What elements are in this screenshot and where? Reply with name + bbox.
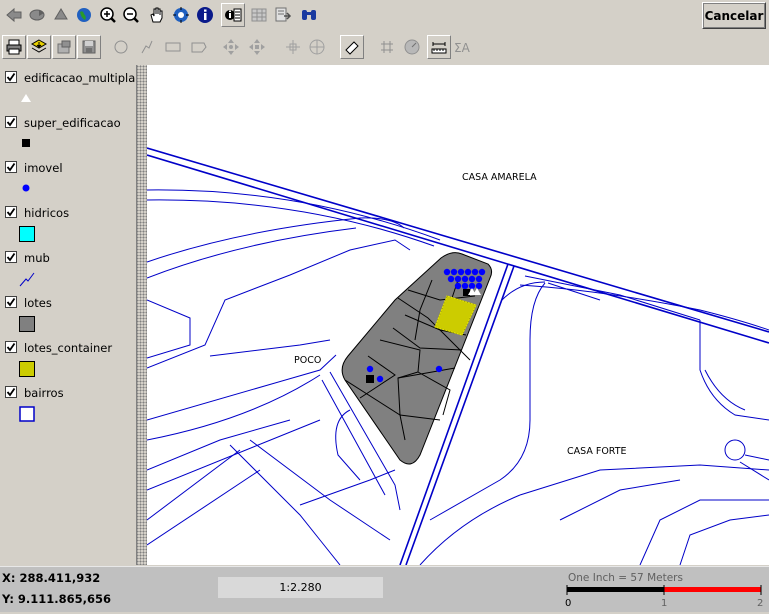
select-polygon-icon[interactable] — [188, 36, 210, 58]
identify-icon[interactable] — [221, 3, 245, 27]
zoom-in-icon[interactable] — [97, 4, 119, 26]
snap-grid-icon[interactable] — [282, 36, 304, 58]
layer-legend-panel: edificacao_multipla super_edificacao imo… — [0, 65, 137, 565]
cyan-square-icon — [19, 226, 35, 242]
find-binoculars-icon[interactable] — [298, 4, 320, 26]
white-triangle-icon — [21, 94, 31, 102]
layer-label: edificacao_multipla — [24, 71, 136, 85]
layer-checkbox[interactable] — [5, 71, 17, 83]
map-canvas[interactable]: CASA AMARELA POCO CASA FORTE — [147, 65, 769, 565]
layer-checkbox[interactable] — [5, 251, 17, 263]
pan-hand-icon[interactable] — [146, 4, 168, 26]
layer-properties-icon[interactable] — [52, 35, 76, 59]
zoom-out-icon[interactable] — [120, 4, 142, 26]
map-label-casa-amarela: CASA AMARELA — [462, 172, 537, 183]
status-bar: X: 288.411,932 Y: 9.111.865,656 1:2.280 … — [0, 566, 769, 612]
layer-checkbox[interactable] — [5, 116, 17, 128]
blue-dot-icon — [22, 184, 30, 192]
map-label-poco: POCO — [294, 355, 321, 366]
crosshair-icon[interactable] — [306, 36, 328, 58]
scale-tick-1: 1 — [661, 598, 667, 609]
export-icon[interactable] — [272, 4, 294, 26]
map-scale-value: 1:2.280 — [279, 581, 322, 594]
info-icon[interactable] — [194, 4, 216, 26]
blue-line-icon — [19, 272, 35, 287]
layer-label: bairros — [24, 386, 64, 400]
print-icon[interactable] — [2, 35, 26, 59]
layer-label: lotes_container — [24, 341, 113, 355]
layer-label: hidricos — [24, 206, 70, 220]
forward-arrow-icon[interactable] — [26, 4, 48, 26]
layer-checkbox[interactable] — [5, 161, 17, 173]
attribute-table-icon[interactable] — [248, 4, 270, 26]
layer-checkbox[interactable] — [5, 296, 17, 308]
move-vertex-icon[interactable] — [246, 36, 268, 58]
full-extent-icon[interactable] — [170, 4, 192, 26]
layer-label: lotes — [24, 296, 52, 310]
sigma-icon[interactable]: ΣΑ — [452, 36, 476, 58]
globe-icon[interactable] — [73, 4, 95, 26]
up-arrow-icon[interactable] — [50, 4, 72, 26]
add-layer-icon[interactable] — [27, 35, 51, 59]
back-arrow-icon[interactable] — [3, 4, 25, 26]
x-coordinate: X: 288.411,932 — [2, 571, 101, 585]
scale-bar-label: One Inch = 57 Meters — [568, 572, 683, 584]
scale-tick-2: 2 — [757, 598, 763, 609]
layer-label: imovel — [24, 161, 63, 175]
y-coordinate: Y: 9.111.865,656 — [2, 592, 112, 606]
save-icon[interactable] — [77, 35, 101, 59]
select-line-icon[interactable] — [136, 36, 158, 58]
panel-splitter[interactable] — [137, 65, 147, 565]
cancel-button[interactable]: Cancelar — [702, 2, 766, 29]
scale-tick-0: 0 — [565, 598, 571, 609]
map-scale: 1:2.280 — [218, 577, 383, 598]
move-icon[interactable] — [220, 36, 242, 58]
measure-icon[interactable] — [427, 35, 451, 59]
layer-label: super_edificacao — [24, 116, 121, 130]
layer-checkbox[interactable] — [5, 386, 17, 398]
layer-checkbox[interactable] — [5, 341, 17, 353]
layer-checkbox[interactable] — [5, 206, 17, 218]
yellow-square-icon — [19, 361, 35, 377]
select-rectangle-icon[interactable] — [162, 36, 184, 58]
svg-text:ΣΑ: ΣΑ — [454, 41, 471, 55]
compass-icon[interactable] — [401, 36, 423, 58]
eraser-icon[interactable] — [340, 35, 364, 59]
select-circle-icon[interactable] — [110, 36, 132, 58]
layer-label: mub — [24, 251, 50, 265]
gray-square-icon — [19, 316, 35, 332]
blue-outline-square-icon — [19, 406, 35, 422]
grid-icon[interactable] — [376, 36, 398, 58]
black-square-icon — [22, 139, 30, 147]
map-label-casa-forte: CASA FORTE — [567, 446, 627, 457]
scale-bar: One Inch = 57 Meters 0 1 2 — [565, 569, 767, 611]
